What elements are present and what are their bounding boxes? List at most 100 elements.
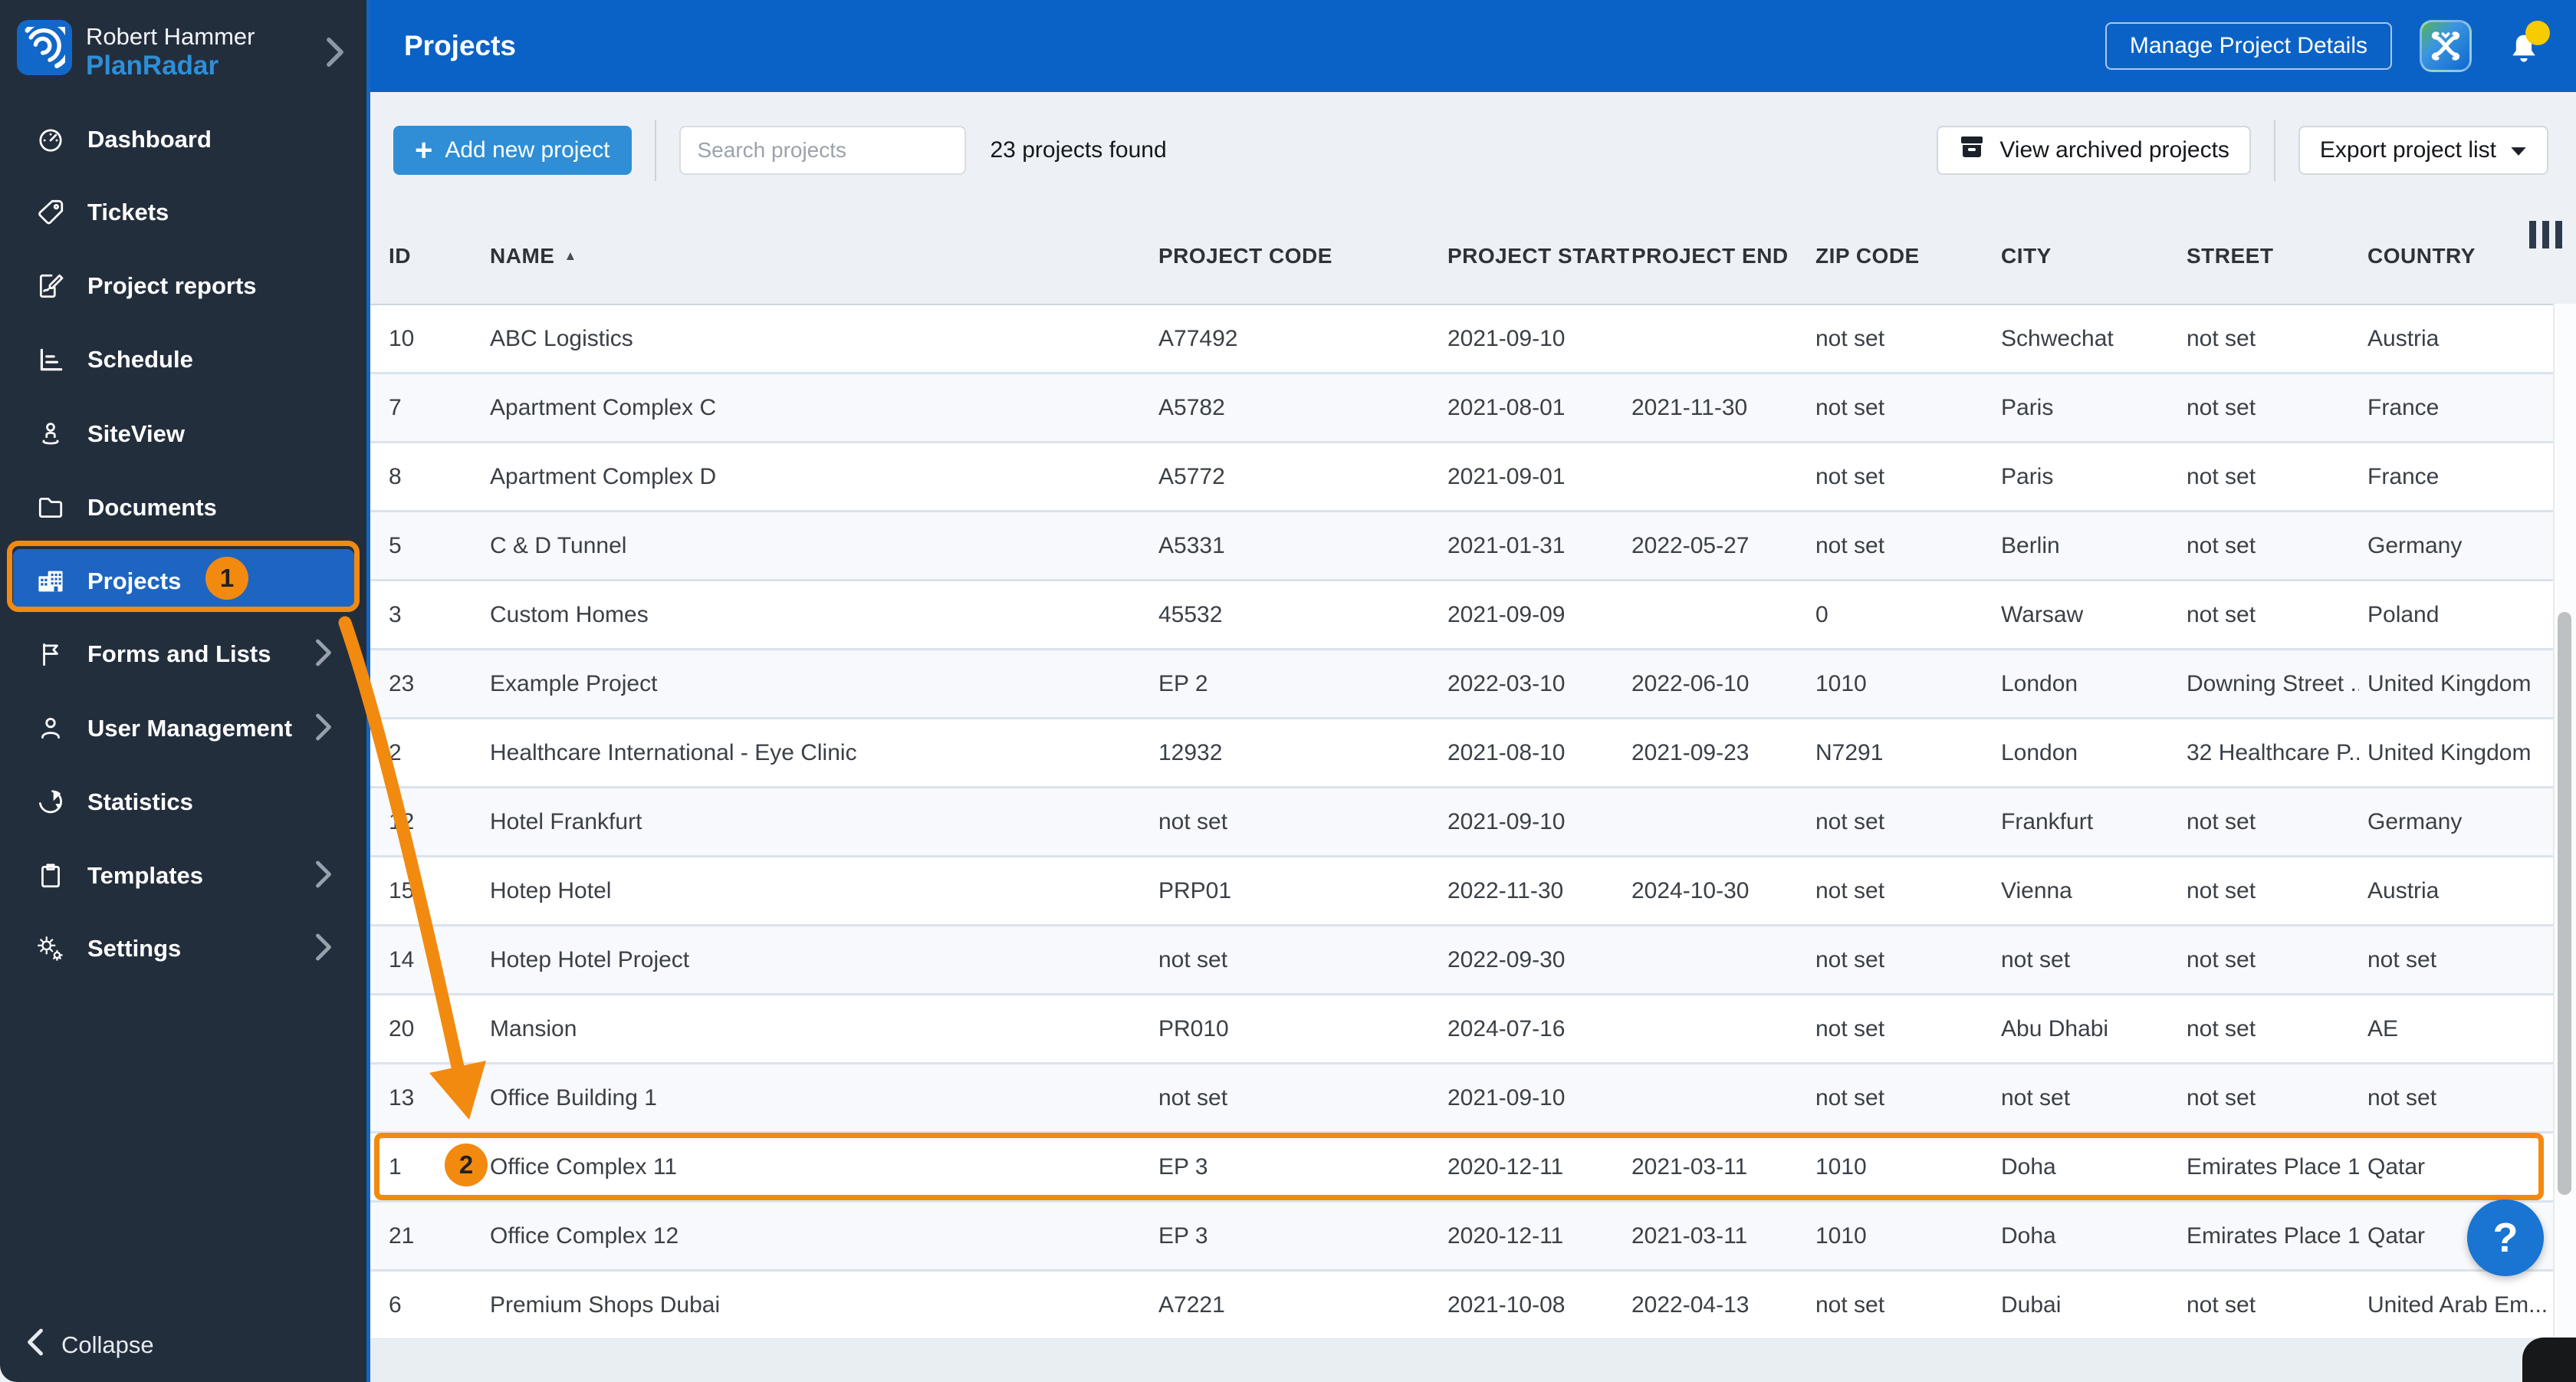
results-count: 23 projects found: [990, 137, 1167, 163]
table-row[interactable]: 13 Office Building 1 not set 2021-09-10 not …: [370, 1064, 2553, 1134]
cell-start: 2024-07-16: [1447, 1015, 1566, 1041]
cell-name: Apartment Complex D: [490, 463, 717, 489]
dashboard-icon: [35, 124, 66, 155]
cell-code: A77492: [1158, 325, 1238, 351]
table-row[interactable]: 21 Office Complex 12 EP 3 2020-12-11 2021-03…: [370, 1203, 2553, 1272]
table-row[interactable]: 12 Hotel Frankfurt not set 2021-09-10 not se…: [370, 788, 2553, 857]
collapse-button[interactable]: Collapse: [26, 1328, 154, 1362]
cell-country: Qatar: [2367, 1153, 2426, 1180]
sidebar: Robert Hammer PlanRadar Dashboard Tickets…: [0, 0, 370, 1382]
table-row[interactable]: 10 ABC Logistics A77492 2021-09-10 not set Sc…: [370, 305, 2553, 374]
table-row[interactable]: 23 Example Project EP 2 2022-03-10 2022-06-1…: [370, 650, 2553, 719]
cell-end: 2021-09-23: [1631, 739, 1750, 765]
vertical-scrollbar[interactable]: [2553, 304, 2576, 1382]
cell-street: not set: [2187, 532, 2256, 558]
cell-id: 13: [389, 1084, 415, 1111]
manage-project-details-button[interactable]: Manage Project Details: [2104, 22, 2392, 70]
cell-city: London: [2001, 739, 2078, 765]
scrollbar-thumb[interactable]: [2558, 612, 2571, 1195]
cell-country: AE: [2367, 1015, 2399, 1041]
notification-dot: [2525, 21, 2550, 45]
cell-id: 8: [389, 463, 402, 489]
settings-icon: [35, 933, 66, 964]
cell-country: not set: [2367, 1084, 2437, 1111]
cell-name: Office Complex 11: [490, 1153, 677, 1180]
column-header-street[interactable]: STREET: [2187, 244, 2359, 268]
cell-city: Vienna: [2001, 877, 2072, 903]
cell-end: 2021-03-11: [1631, 1153, 1748, 1180]
sidebar-item-tickets[interactable]: Tickets: [0, 176, 366, 249]
cell-id: 2: [389, 739, 402, 765]
sidebar-item-dashboard[interactable]: Dashboard: [0, 103, 366, 176]
table-row[interactable]: 1 Office Complex 11 EP 3 2020-12-11 2021-03-…: [370, 1134, 2553, 1203]
table-row[interactable]: 2 Healthcare International - Eye Clinic 12…: [370, 719, 2553, 788]
cell-start: 2021-09-09: [1447, 601, 1566, 627]
cell-zip: 1010: [1815, 1222, 1867, 1249]
table-row[interactable]: 8 Apartment Complex D A5772 2021-09-01 not s…: [370, 443, 2553, 512]
table-footer: [370, 1339, 2576, 1382]
cell-street: not set: [2187, 325, 2256, 351]
table-row[interactable]: 6 Premium Shops Dubai A7221 2021-10-08 2022-…: [370, 1272, 2553, 1341]
cell-id: 10: [389, 325, 415, 351]
table-row[interactable]: 14 Hotep Hotel Project not set 2022-09-30 no…: [370, 926, 2553, 995]
cell-id: 12: [389, 808, 415, 834]
step-1-badge: 1: [205, 557, 248, 600]
column-header-start[interactable]: PROJECT START: [1447, 244, 1629, 268]
screen-corner-overlay: [2522, 1338, 2576, 1382]
column-header-id[interactable]: ID: [389, 244, 473, 268]
sidebar-item-label: User Management: [87, 715, 293, 742]
help-button[interactable]: ?: [2467, 1199, 2544, 1276]
cell-zip: N7291: [1815, 739, 1884, 765]
cell-id: 21: [389, 1222, 415, 1249]
chevron-right-icon: [314, 713, 333, 745]
notifications-button[interactable]: [2499, 19, 2553, 73]
table-row[interactable]: 5 C & D Tunnel A5331 2021-01-31 2022-05-27 no…: [370, 512, 2553, 581]
templates-icon: [35, 860, 66, 891]
cell-id: 7: [389, 394, 402, 420]
sidebar-item-statistics[interactable]: Statistics: [0, 765, 366, 839]
cell-city: Paris: [2001, 463, 2054, 489]
column-settings-icon[interactable]: [2529, 221, 2562, 248]
cell-code: not set: [1158, 808, 1228, 834]
chevron-right-icon: [314, 639, 333, 670]
sidebar-item-projects[interactable]: Projects 1: [0, 541, 366, 618]
column-header-country[interactable]: COUNTRY: [2367, 244, 2551, 268]
sidebar-item-label: Forms and Lists: [87, 640, 271, 667]
planradar-connect-icon[interactable]: [2420, 20, 2472, 72]
sidebar-item-siteview[interactable]: SiteView: [0, 397, 366, 471]
cell-name: ABC Logistics: [490, 325, 633, 351]
forms-icon: [35, 639, 66, 670]
cell-zip: not set: [1815, 1292, 1885, 1318]
cell-country: Germany: [2367, 532, 2463, 558]
sidebar-item-forms-and-lists[interactable]: Forms and Lists: [0, 617, 366, 691]
sidebar-item-schedule[interactable]: Schedule: [0, 323, 366, 397]
search-input[interactable]: [678, 126, 966, 175]
sidebar-item-documents[interactable]: Documents: [0, 471, 366, 545]
column-header-zip[interactable]: ZIP CODE: [1815, 244, 1992, 268]
table-row[interactable]: 20 Mansion PR010 2024-07-16 not set Abu Dhabi…: [370, 995, 2553, 1064]
sidebar-item-templates[interactable]: Templates: [0, 839, 366, 913]
column-header-name[interactable]: NAME ▲: [490, 244, 1142, 268]
table-row[interactable]: 3 Custom Homes 45532 2021-09-09 0 Warsaw not s…: [370, 581, 2553, 650]
sidebar-item-user-management[interactable]: User Management: [0, 692, 366, 765]
cell-zip: not set: [1815, 946, 1885, 972]
cell-country: United Arab Em...: [2367, 1292, 2548, 1318]
view-archived-projects-button[interactable]: View archived projects: [1937, 126, 2251, 175]
brand-name: PlanRadar: [86, 51, 219, 81]
sidebar-item-project-reports[interactable]: Project reports: [0, 249, 366, 323]
cell-street: not set: [2187, 1015, 2256, 1041]
cell-zip: not set: [1815, 463, 1885, 489]
export-project-list-button[interactable]: Export project list: [2298, 126, 2548, 175]
chevron-right-icon: [314, 860, 333, 892]
cell-zip: 1010: [1815, 670, 1867, 696]
sidebar-item-settings[interactable]: Settings: [0, 912, 366, 985]
column-header-end[interactable]: PROJECT END: [1631, 244, 1808, 268]
sidebar-item-label: Schedule: [87, 346, 193, 373]
column-header-code[interactable]: PROJECT CODE: [1158, 244, 1434, 268]
cell-street: not set: [2187, 394, 2256, 420]
column-header-city[interactable]: CITY: [2001, 244, 2177, 268]
table-row[interactable]: 15 Hotep Hotel PRP01 2022-11-30 2024-10-30 no…: [370, 857, 2553, 926]
table-row[interactable]: 7 Apartment Complex C A5782 2021-08-01 2021-…: [370, 374, 2553, 443]
add-new-project-button[interactable]: + Add new project: [393, 126, 632, 175]
account-header[interactable]: Robert Hammer PlanRadar: [0, 0, 366, 115]
